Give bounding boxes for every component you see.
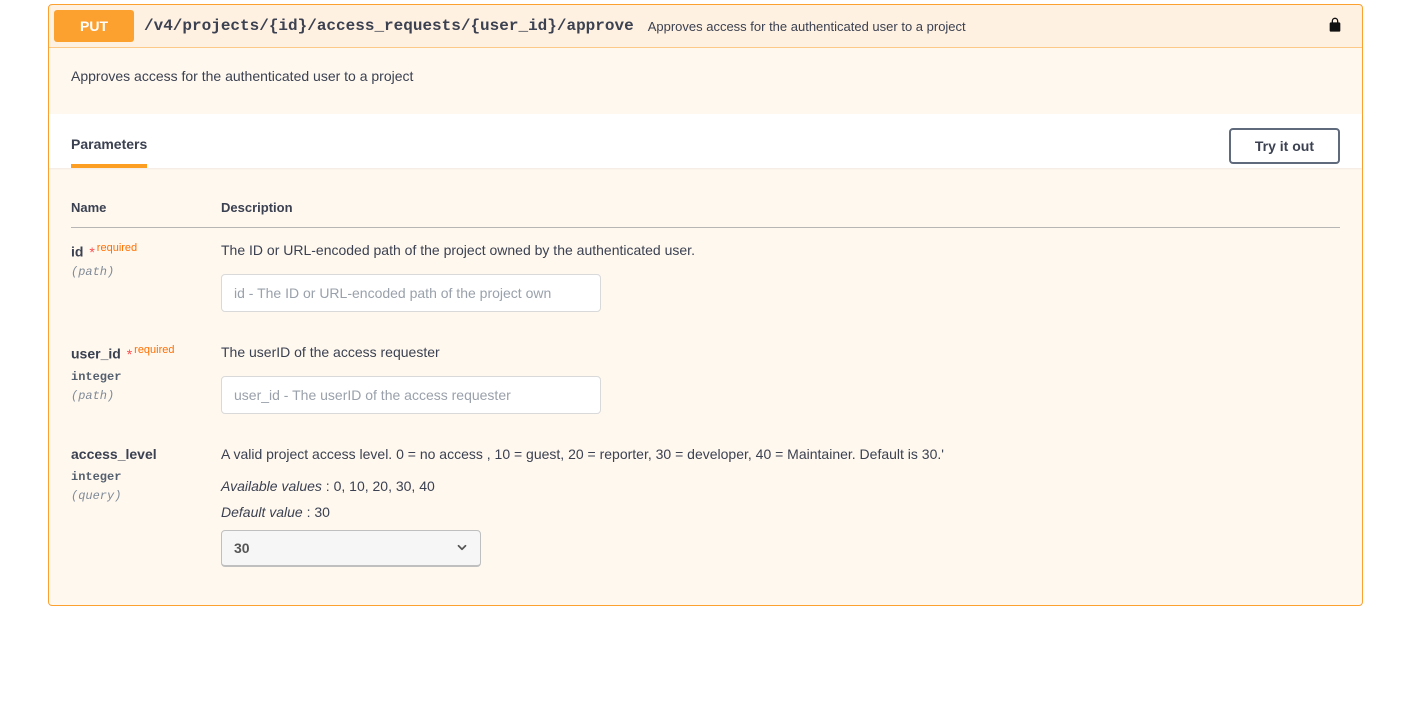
param-location: (query) (71, 489, 221, 503)
lock-icon[interactable] (1327, 16, 1343, 37)
param-input-user-id[interactable] (221, 376, 601, 414)
operation-description: Approves access for the authenticated us… (49, 48, 1362, 114)
required-label: required (97, 242, 137, 254)
param-type: integer (71, 470, 221, 484)
param-input-id[interactable] (221, 274, 601, 312)
required-star: * (123, 346, 132, 362)
param-row-user-id: user_id *required integer (path) The use… (71, 330, 1340, 432)
param-type: integer (71, 370, 221, 384)
param-select-wrap: 30 (221, 530, 481, 567)
param-row-id: id *required (path) The ID or URL-encode… (71, 228, 1340, 331)
col-header-description: Description (221, 188, 1340, 228)
param-row-access-level: access_level integer (query) A valid pro… (71, 432, 1340, 585)
operation-block: PUT /v4/projects/{id}/access_requests/{u… (48, 4, 1363, 606)
param-location: (path) (71, 389, 221, 403)
operation-summary[interactable]: PUT /v4/projects/{id}/access_requests/{u… (49, 5, 1362, 48)
available-values: : 0, 10, 20, 30, 40 (322, 478, 435, 494)
default-value-line: Default value : 30 (221, 504, 1340, 520)
param-description: The userID of the access requester (221, 344, 1340, 360)
default-value: : 30 (303, 504, 330, 520)
parameters-table: Name Description id *required (path) The… (71, 188, 1340, 585)
required-label: required (134, 344, 174, 356)
operation-body: Approves access for the authenticated us… (49, 48, 1362, 585)
param-name: user_id (71, 346, 121, 362)
col-header-name: Name (71, 188, 221, 228)
param-name: access_level (71, 446, 157, 462)
param-description: A valid project access level. 0 = no acc… (221, 446, 1340, 462)
parameters-header: Parameters Try it out (49, 114, 1362, 168)
available-values-line: Available values : 0, 10, 20, 30, 40 (221, 478, 1340, 494)
parameters-title: Parameters (71, 124, 147, 168)
param-name: id (71, 244, 83, 260)
operation-summary-text: Approves access for the authenticated us… (648, 19, 1321, 34)
available-values-label: Available values (221, 478, 322, 494)
param-location: (path) (71, 265, 221, 279)
http-method-badge: PUT (54, 10, 134, 42)
param-select-access-level[interactable]: 30 (221, 530, 481, 567)
default-value-label: Default value (221, 504, 303, 520)
try-it-out-button[interactable]: Try it out (1229, 128, 1340, 164)
param-description: The ID or URL-encoded path of the projec… (221, 242, 1340, 258)
required-star: * (85, 244, 94, 260)
operation-path: /v4/projects/{id}/access_requests/{user_… (144, 17, 634, 35)
